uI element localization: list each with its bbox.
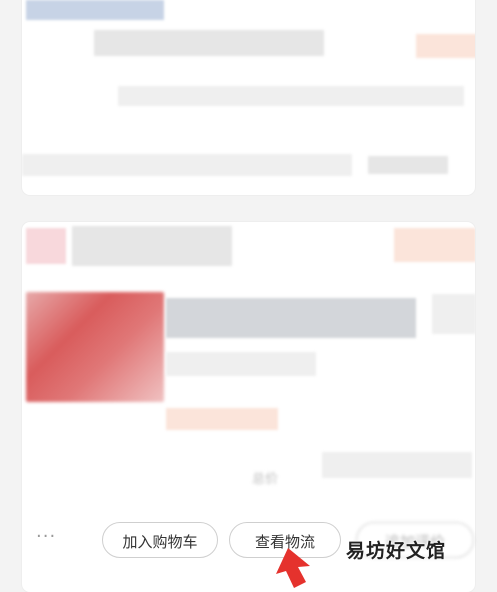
order-total-label: 总价 — [252, 472, 279, 487]
product-price — [432, 294, 475, 334]
product-spec — [166, 352, 316, 376]
shop-icon — [26, 228, 66, 264]
watermark-text: 易坊好文馆 — [346, 540, 447, 562]
promo-tag — [166, 408, 278, 430]
blurred-summary — [22, 154, 352, 176]
pointer-arrow-icon — [276, 548, 310, 588]
blurred-summary-right — [368, 156, 448, 174]
blurred-spec — [118, 86, 464, 106]
shop-name — [72, 226, 232, 266]
order-card-top[interactable] — [22, 0, 475, 195]
shop-icon — [26, 0, 164, 20]
order-total — [322, 452, 472, 478]
more-icon[interactable]: ··· — [36, 528, 70, 546]
add-to-cart-button[interactable]: 加入购物车 — [102, 522, 218, 558]
product-image[interactable] — [26, 292, 164, 402]
order-status — [394, 228, 475, 262]
blurred-title — [94, 30, 324, 56]
blurred-price — [416, 34, 475, 58]
product-title — [166, 298, 416, 338]
